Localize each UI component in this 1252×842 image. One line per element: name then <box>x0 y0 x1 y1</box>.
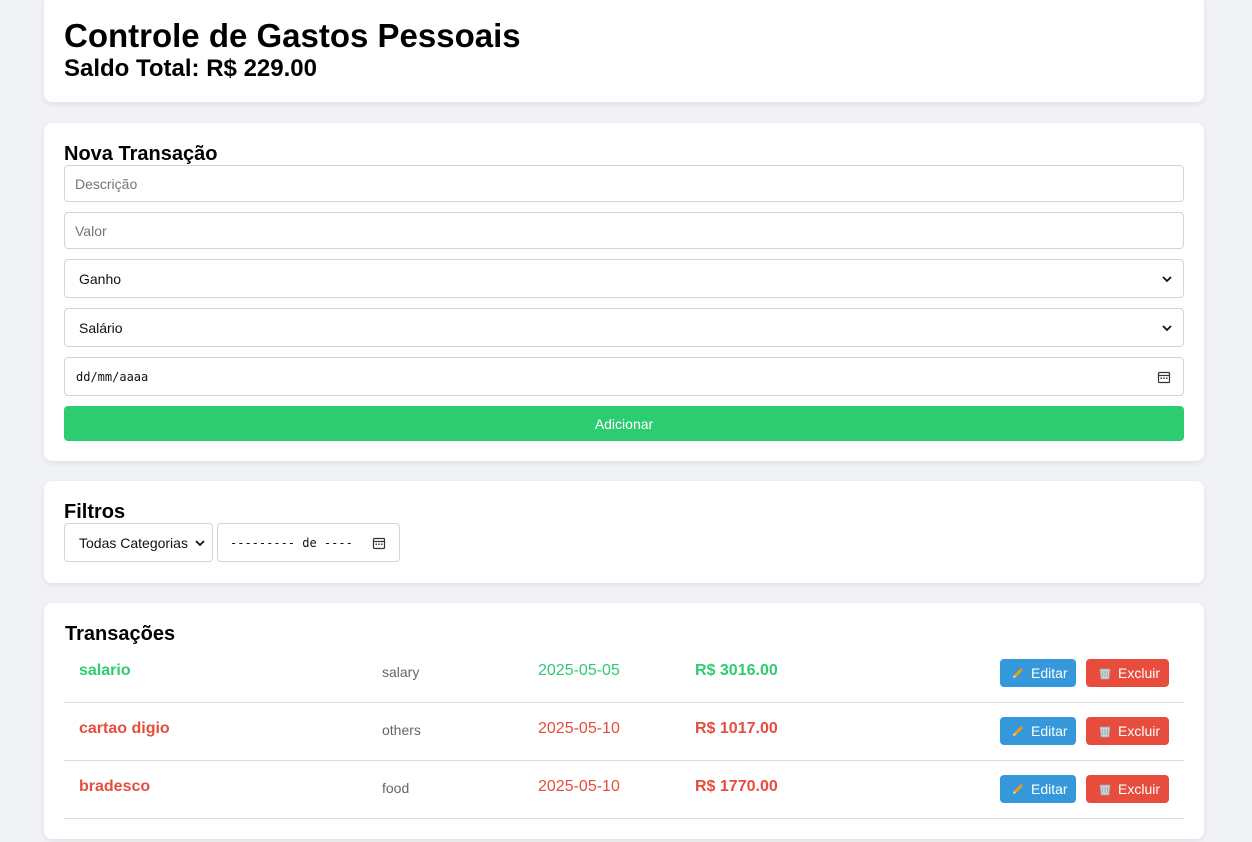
transaction-description: salario <box>79 662 131 679</box>
chevron-down-icon <box>1162 275 1172 282</box>
transaction-category: food <box>382 780 410 796</box>
delete-button[interactable]: Excluir <box>1086 717 1169 745</box>
chevron-down-icon <box>1162 324 1172 331</box>
calendar-icon[interactable] <box>372 536 386 550</box>
transaction-description: cartao digio <box>79 720 170 737</box>
transaction-description: bradesco <box>79 778 151 795</box>
transactions-card: Transações salario salary 2025-05-05 R$ … <box>44 603 1204 839</box>
category-filter-select[interactable]: Todas Categorias <box>64 523 213 562</box>
form-title: Nova Transação <box>64 143 218 165</box>
transaction-amount: R$ 1017.00 <box>695 720 778 737</box>
chevron-down-icon <box>195 539 205 546</box>
wastebasket-icon <box>1099 668 1111 680</box>
delete-button[interactable]: Excluir <box>1086 659 1169 687</box>
value-input[interactable] <box>64 212 1184 249</box>
transaction-row: salario salary 2025-05-05 R$ 3016.00 Edi… <box>64 645 1184 703</box>
transaction-row: cartao digio others 2025-05-10 R$ 1017.0… <box>64 703 1184 761</box>
transaction-row: bradesco food 2025-05-10 R$ 1770.00 Edit… <box>64 761 1184 819</box>
delete-button-label: Excluir <box>1118 781 1161 797</box>
edit-button-label: Editar <box>1031 723 1068 739</box>
transaction-amount: R$ 3016.00 <box>695 662 778 679</box>
type-select[interactable]: Ganho <box>64 259 1184 298</box>
wastebasket-icon <box>1099 726 1111 738</box>
month-filter-input[interactable]: --------- de ---- <box>217 523 400 562</box>
transaction-category: others <box>382 722 421 738</box>
total-balance: Saldo Total: R$ 229.00 <box>64 55 317 82</box>
date-input[interactable]: dd/mm/aaaa <box>64 357 1184 396</box>
add-transaction-button[interactable]: Adicionar <box>64 406 1184 441</box>
delete-button-label: Excluir <box>1118 723 1161 739</box>
edit-button[interactable]: Editar <box>1000 717 1076 745</box>
transaction-date: 2025-05-10 <box>538 720 620 737</box>
edit-button-label: Editar <box>1031 781 1068 797</box>
pencil-icon <box>1013 668 1023 678</box>
transaction-category: salary <box>382 664 420 680</box>
pencil-icon <box>1013 726 1023 736</box>
header-card: Controle de Gastos Pessoais Saldo Total:… <box>44 0 1204 102</box>
month-filter-placeholder: --------- de ---- <box>230 535 353 550</box>
new-transaction-card: Nova Transação Ganho Salário dd/mm/aaaa … <box>44 123 1204 461</box>
wastebasket-icon <box>1099 784 1111 796</box>
description-input[interactable] <box>64 165 1184 202</box>
category-filter-value: Todas Categorias <box>79 534 188 551</box>
transactions-title: Transações <box>65 623 176 645</box>
transaction-amount: R$ 1770.00 <box>695 778 778 795</box>
date-input-placeholder: dd/mm/aaaa <box>76 369 149 384</box>
delete-button-label: Excluir <box>1118 665 1161 681</box>
transaction-date: 2025-05-05 <box>538 662 620 679</box>
transaction-date: 2025-05-10 <box>538 778 620 795</box>
filters-title: Filtros <box>64 501 126 523</box>
type-select-value: Ganho <box>79 270 122 287</box>
edit-button[interactable]: Editar <box>1000 659 1076 687</box>
edit-button-label: Editar <box>1031 665 1068 681</box>
category-select[interactable]: Salário <box>64 308 1184 347</box>
calendar-icon[interactable] <box>1157 370 1171 384</box>
edit-button[interactable]: Editar <box>1000 775 1076 803</box>
filters-card: Filtros Todas Categorias --------- de --… <box>44 481 1204 583</box>
page-title: Controle de Gastos Pessoais <box>64 17 521 54</box>
pencil-icon <box>1013 784 1023 794</box>
category-select-value: Salário <box>79 319 123 336</box>
delete-button[interactable]: Excluir <box>1086 775 1169 803</box>
